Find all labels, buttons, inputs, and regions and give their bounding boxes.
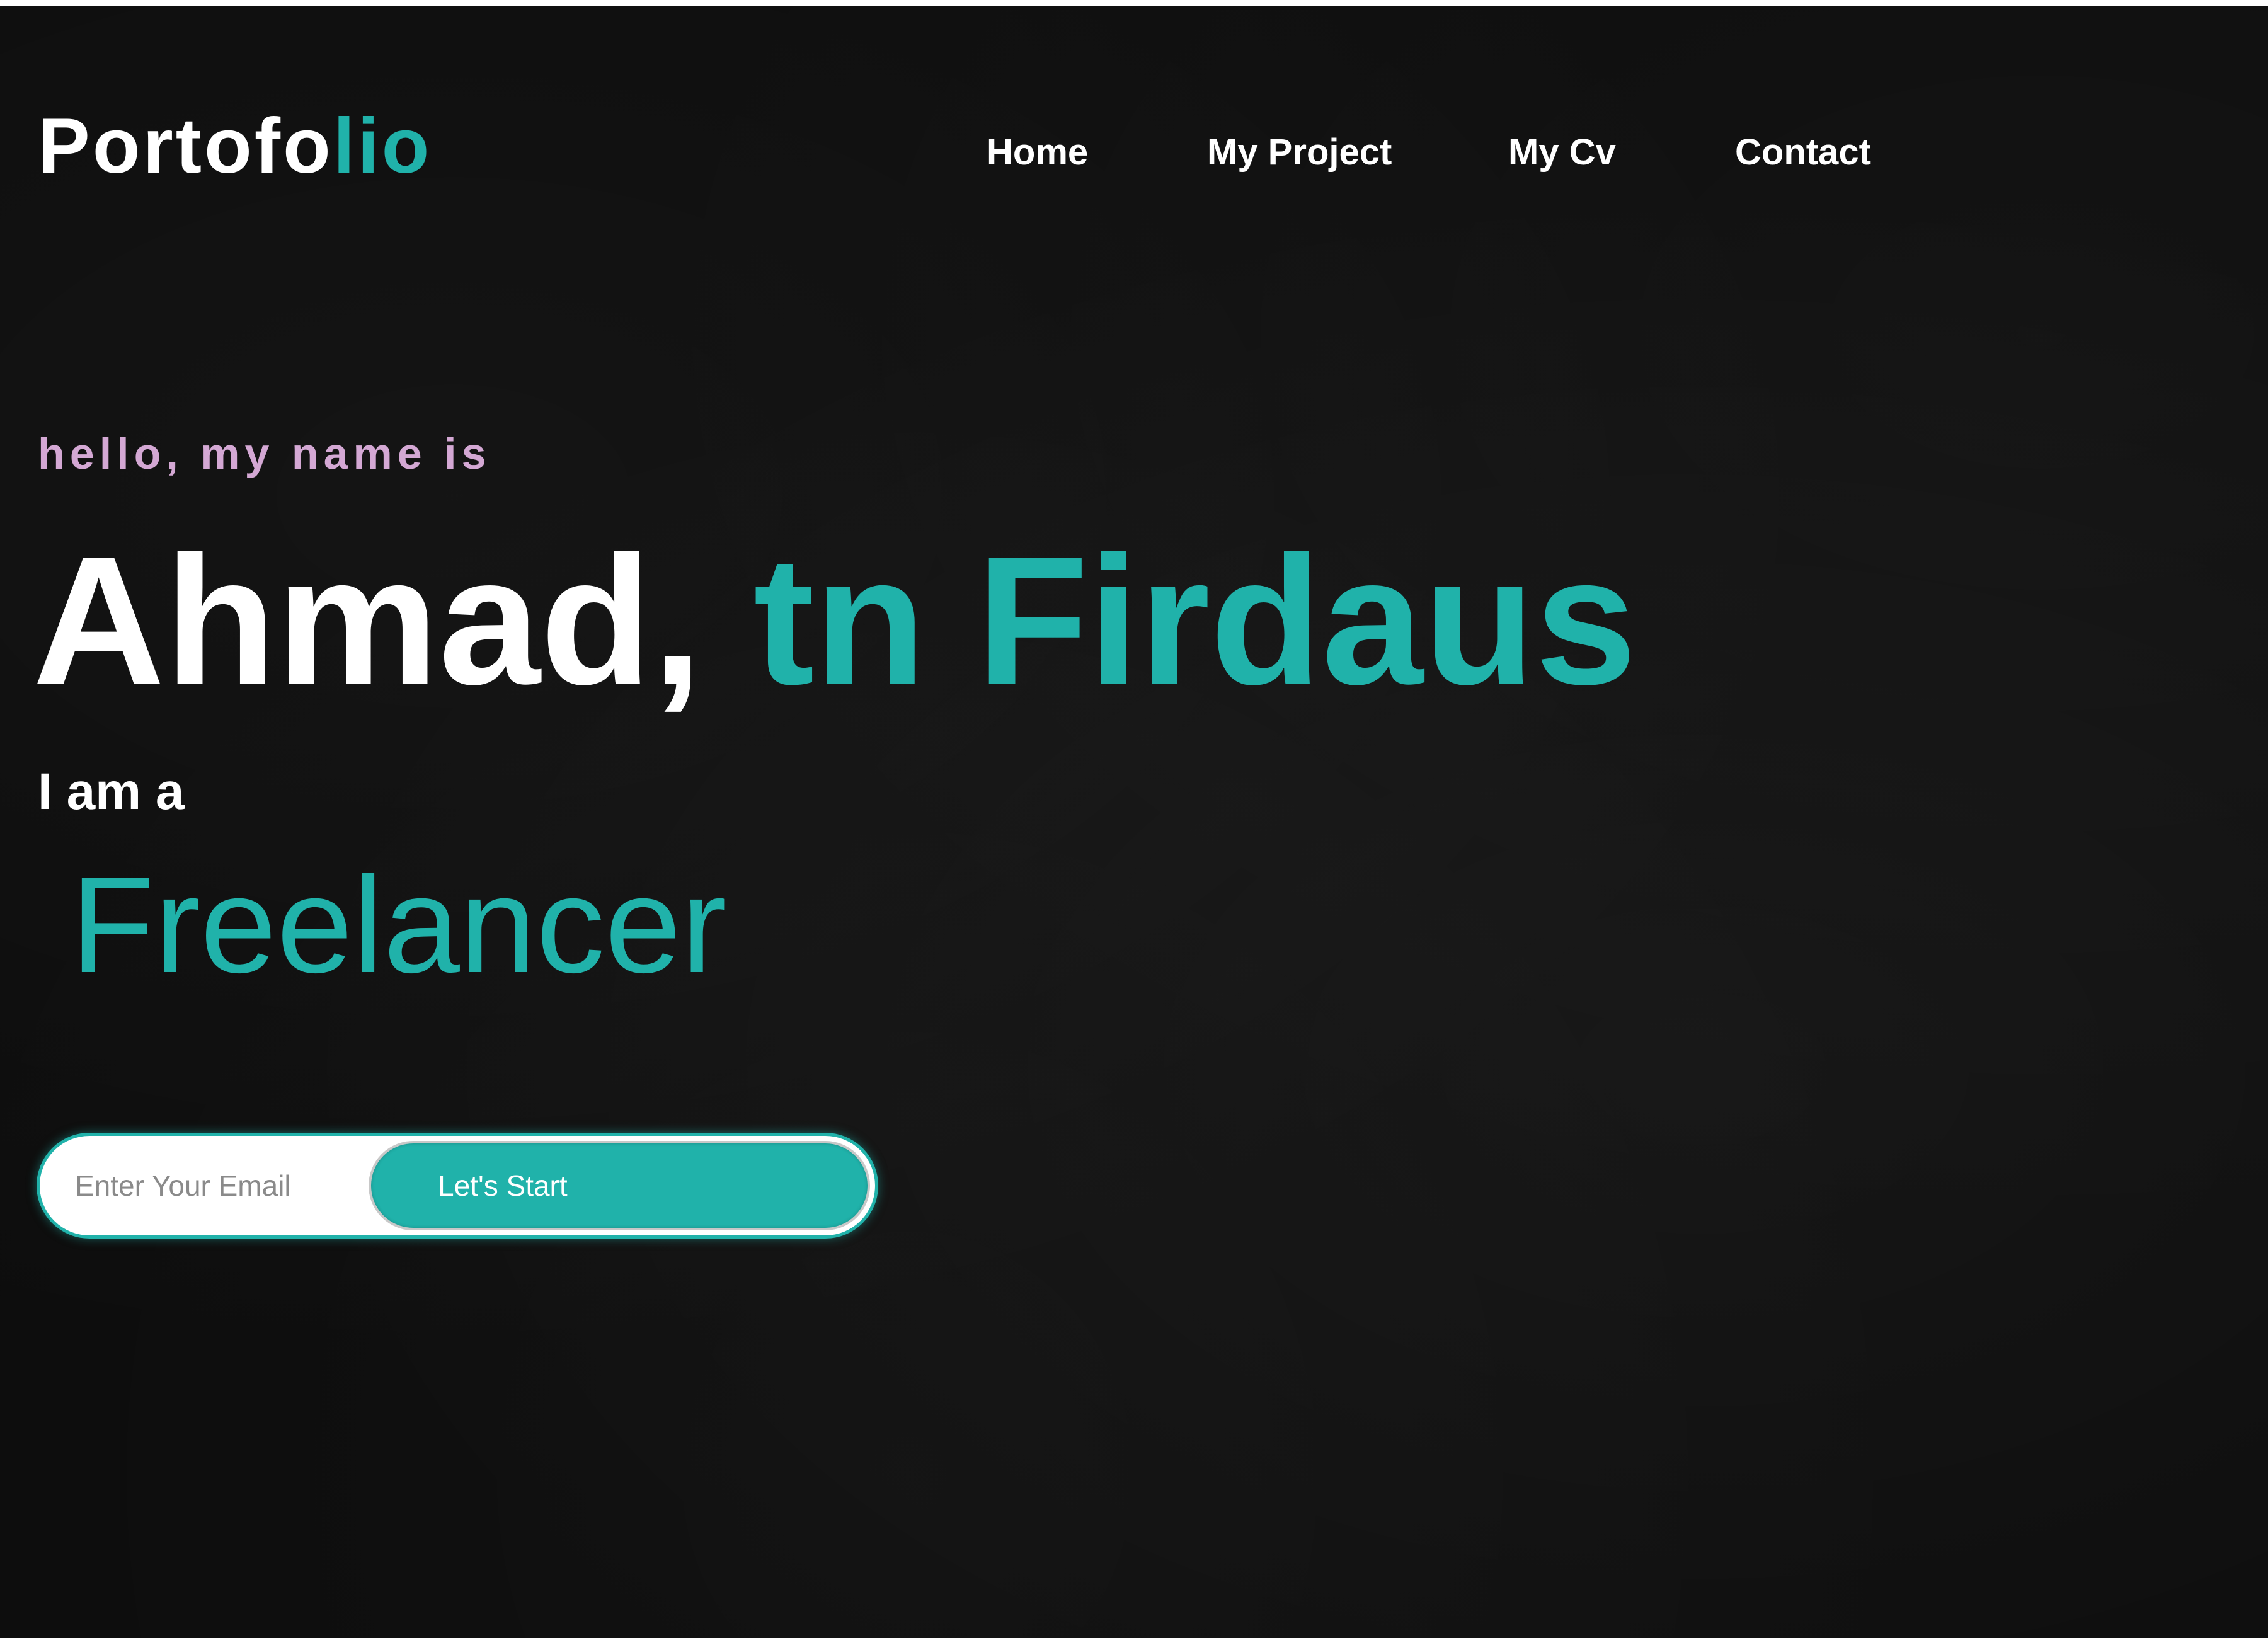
hero-name-first: Ahmad, — [33, 518, 703, 723]
hero-greeting: hello, my name is — [38, 429, 491, 478]
hero-intro: I am a — [38, 763, 185, 820]
main-nav: Home My Project My Cv Contact — [0, 131, 2268, 181]
lets-start-button[interactable]: Let's Start — [369, 1141, 870, 1230]
email-signup-form: Let's Start — [37, 1133, 878, 1239]
nav-item-my-project[interactable]: My Project — [1207, 131, 1392, 173]
email-input[interactable] — [75, 1155, 390, 1217]
nav-item-contact[interactable]: Contact — [1735, 131, 1871, 173]
nav-item-home[interactable]: Home — [987, 131, 1088, 173]
portfolio-page: Portofolio Home My Project My Cv Contact… — [0, 6, 2268, 1638]
hero-name-last: tn Firdaus — [753, 518, 1637, 723]
nav-item-my-cv[interactable]: My Cv — [1508, 131, 1616, 173]
hero-role: Freelancer — [71, 849, 727, 1002]
hero-name: Ahmad, tn Firdaus — [33, 529, 1637, 712]
